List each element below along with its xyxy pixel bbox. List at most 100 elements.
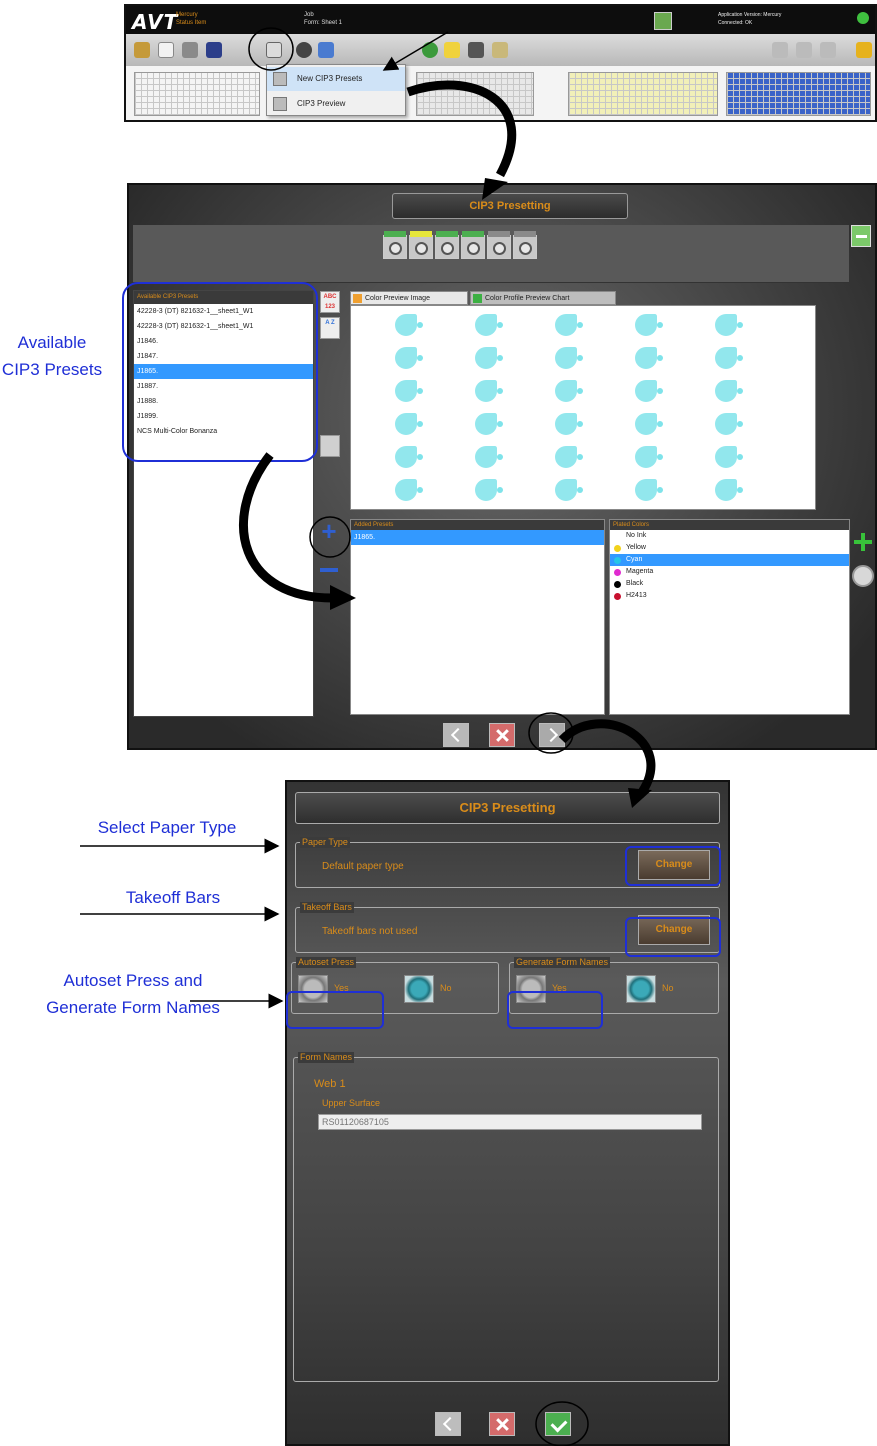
building-icon[interactable] — [468, 42, 484, 58]
preview-mark — [555, 446, 585, 470]
globe-icon[interactable] — [422, 42, 438, 58]
status-line-2: Status Item — [176, 20, 207, 26]
color-swatch-icon — [614, 581, 621, 588]
highlight-paper-change — [625, 846, 721, 886]
unit-button-6[interactable] — [513, 231, 537, 259]
plate-color-item[interactable]: Cyan — [610, 554, 849, 566]
plate-color-label: H2413 — [626, 592, 647, 599]
tab-color-profile-chart[interactable]: Color Profile Preview Chart — [470, 291, 616, 305]
preview-mark — [475, 314, 505, 338]
preview-mark — [555, 413, 585, 437]
preset-icon — [273, 72, 287, 86]
tab-label: Color Preview Image — [365, 295, 430, 302]
takeoff-bars-label: Takeoff Bars — [300, 902, 354, 913]
highlight-autoset-yes — [286, 991, 384, 1029]
zone-panel-blue — [726, 72, 871, 116]
plate-color-item[interactable]: No Ink — [610, 530, 849, 542]
settings-tool-icon[interactable] — [134, 42, 150, 58]
tab-color-preview-image[interactable]: Color Preview Image — [350, 291, 468, 305]
highlight-takeoff-change — [625, 917, 721, 957]
genform-no-radio[interactable]: No — [624, 973, 692, 1005]
chart-icon — [473, 294, 482, 303]
cancel-button[interactable] — [489, 1412, 515, 1436]
web-label: Web 1 — [314, 1078, 346, 1090]
color-preview-image — [350, 305, 816, 510]
app-line-1: Application Version: Mercury — [718, 12, 782, 18]
edit-icon[interactable] — [182, 42, 198, 58]
preview-mark — [395, 413, 425, 437]
zone-panel-magenta — [416, 72, 534, 116]
tool-icon-b[interactable] — [796, 42, 812, 58]
add-preset-button[interactable]: + — [318, 518, 340, 544]
copy-icon[interactable] — [318, 42, 334, 58]
autoset-press-label: Autoset Press — [296, 957, 357, 968]
clear-plate-color-button[interactable] — [852, 565, 874, 587]
unit-button-4[interactable] — [461, 231, 485, 259]
form-name-field[interactable] — [318, 1114, 702, 1130]
plate-color-item[interactable]: Yellow — [610, 542, 849, 554]
tool-icon-c[interactable] — [820, 42, 836, 58]
preview-mark — [555, 479, 585, 503]
add-plate-color-button[interactable] — [852, 531, 874, 553]
no-label: No — [440, 983, 452, 993]
form-names-group: Form Names Web 1 Upper Surface — [293, 1052, 719, 1382]
preview-mark — [635, 347, 665, 371]
chart-icon[interactable] — [492, 42, 508, 58]
app-line-2: Connected: OK — [718, 20, 753, 26]
remove-preset-button[interactable] — [318, 559, 340, 581]
window-title: CIP3 Presetting — [295, 792, 720, 824]
preview-mark — [395, 314, 425, 338]
app-version-info: Application Version: Mercury Connected: … — [718, 11, 781, 27]
cip3-presetting-window: CIP3 Presetting Available CIP3 Presets 4… — [127, 183, 877, 750]
padlock-icon[interactable] — [856, 42, 872, 58]
preview-mark — [555, 380, 585, 404]
menu-item-new-cip3-presets[interactable]: New CIP3 Presets — [267, 67, 405, 91]
plate-color-item[interactable]: H2413 — [610, 590, 849, 602]
unit-button-1[interactable] — [383, 231, 407, 259]
preview-mark — [475, 413, 505, 437]
ink-icon[interactable] — [296, 42, 312, 58]
plate-color-item[interactable]: Black — [610, 578, 849, 590]
sort-numeric-button[interactable]: ABC 123 — [320, 291, 340, 313]
job-line-2: Form: Sheet 1 — [304, 20, 343, 26]
autoset-no-radio[interactable]: No — [402, 973, 470, 1005]
save-preset-icon[interactable] — [320, 435, 340, 457]
power-icon[interactable] — [857, 12, 869, 24]
highlight-genform-yes — [507, 991, 603, 1029]
preview-tabs: Color Preview Image Color Profile Previe… — [350, 291, 850, 305]
status-line-1: Mercury — [176, 12, 198, 18]
annotation-available-presets: Available CIP3 Presets — [1, 333, 103, 379]
lock-icon[interactable] — [444, 42, 460, 58]
preview-mark — [555, 314, 585, 338]
plate-color-item[interactable]: Magenta — [610, 566, 849, 578]
annotation-select-paper-type: Select Paper Type — [97, 818, 237, 837]
unit-button-2[interactable] — [409, 231, 433, 259]
preview-mark — [715, 314, 745, 338]
ok-button[interactable] — [545, 1412, 571, 1436]
back-button[interactable] — [443, 723, 469, 747]
preview-mark — [475, 347, 505, 371]
preview-mark — [715, 347, 745, 371]
added-preset-item[interactable]: J1865. — [351, 530, 604, 545]
cancel-button[interactable] — [489, 723, 515, 747]
plate-color-label: No Ink — [626, 532, 647, 539]
image-icon — [353, 294, 362, 303]
preview-mark — [635, 446, 665, 470]
status-panel: Mercury Status Item — [176, 11, 206, 27]
preview-mark — [715, 380, 745, 404]
unit-selector-panel — [133, 225, 849, 283]
save-icon[interactable] — [206, 42, 222, 58]
remove-unit-button[interactable] — [851, 225, 871, 247]
paper-type-label: Paper Type — [300, 837, 350, 848]
unit-button-5[interactable] — [487, 231, 511, 259]
new-document-icon[interactable] — [158, 42, 174, 58]
menu-item-cip3-preview[interactable]: CIP3 Preview — [267, 92, 405, 116]
cip3-presets-icon[interactable] — [266, 42, 282, 58]
preview-mark — [635, 413, 665, 437]
unit-button-3[interactable] — [435, 231, 459, 259]
next-button[interactable] — [539, 723, 565, 747]
tool-icon-a[interactable] — [772, 42, 788, 58]
back-button[interactable] — [435, 1412, 461, 1436]
sort-alpha-button[interactable]: A Z — [320, 317, 340, 339]
press-icon[interactable] — [654, 12, 672, 30]
